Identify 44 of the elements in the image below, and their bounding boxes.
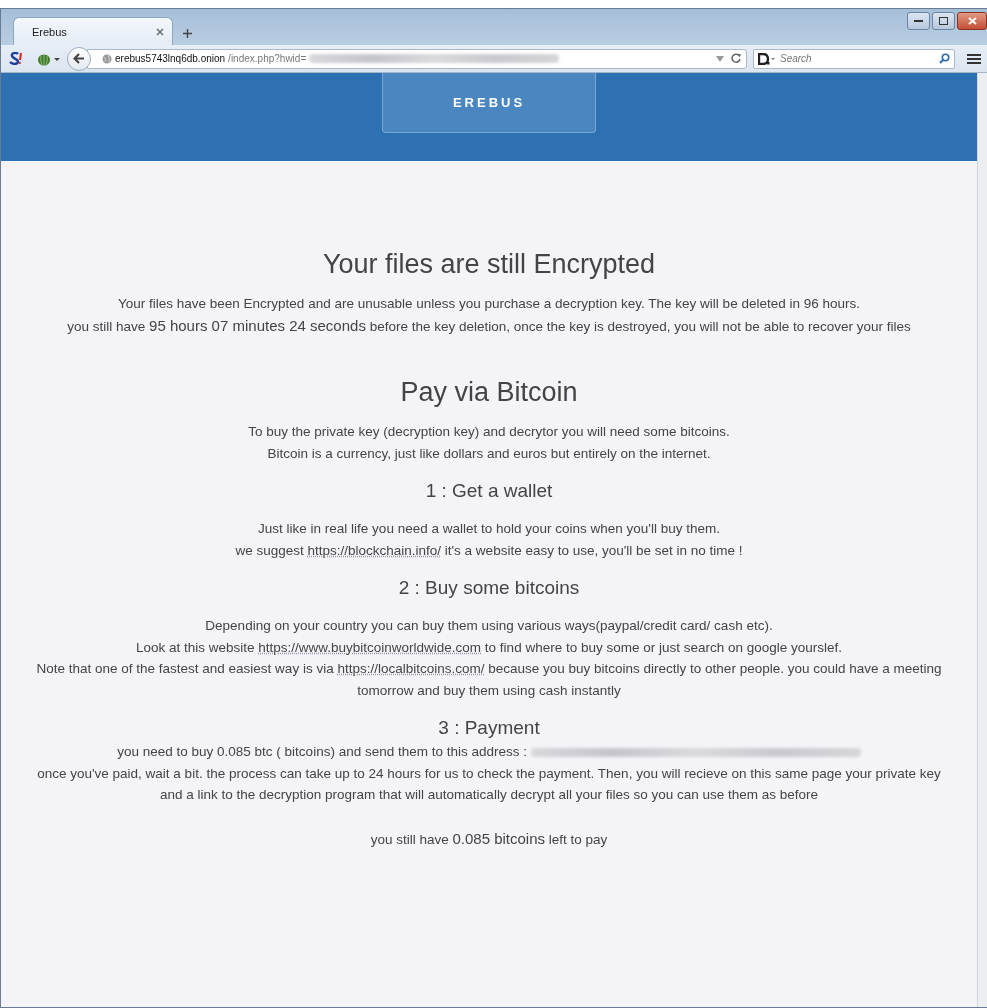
menu-icon[interactable] [967,52,981,65]
paragraph: Bitcoin is a currency, just like dollars and euros but entirely on the internet. [267,444,711,463]
close-icon[interactable] [156,27,164,36]
link[interactable]: https://localbitcoins.com/ [337,661,485,676]
close-button[interactable] [957,12,987,30]
maximize-icon [939,17,948,25]
search-icon[interactable] [939,53,950,64]
back-arrow-icon [73,53,85,64]
paragraph: Your files have been Encrypted and are unusable unless you purchase a decryption key. The key will be deleted in 96 hours. [118,295,860,313]
paragraph: Depending on your country you can buy them using various ways(paypal/credit card/ cash etc). [205,617,773,635]
page-heading: Your files are still Encrypted [322,248,656,281]
plus-icon[interactable] [183,29,192,38]
paragraph: Just like in real life you need a wallet to hold your coins when you'll buy them. [258,520,720,538]
s-logo-icon[interactable] [9,52,23,65]
onion-icon[interactable] [37,51,61,66]
close-icon [967,17,977,25]
globe-icon [102,53,112,64]
minimize-button[interactable] [907,12,930,30]
paragraph: you need to buy 0.085 btc ( bitcoins) and send them to this address : [117,741,861,763]
paragraph: Note that one of the fastest and easiest way is via https://localbitcoins.com/ because you buy bitcoins directly to other people. you could have a meeting tomorrow and buy them using cash instantly [35,660,943,700]
search-bar[interactable]: Search [753,48,955,69]
page-heading: Pay via Bitcoin [400,376,578,409]
address-bar[interactable]: erebus5743lnq6db.onion /index.php?hwid= [87,48,747,69]
scrollbar[interactable] [977,73,987,1007]
back-button[interactable] [67,46,91,71]
paragraph: once you've paid, wait a bit. the process can take up to 24 hours for us to check the payment. Then, you will recieve on this same page your private key and a link to the decryption program that will automatically decrypt all your files so you can use them as before [36,764,942,804]
paragraph: Look at this website https://www.buybitcoinworldwide.com to find where to buy some or just search on google yourslef. [135,638,843,657]
dropdown-icon[interactable] [716,55,724,62]
section-heading: 3 : Payment [438,716,540,740]
minimize-icon [914,19,923,23]
paragraph: you still have 0.085 bitcoins left to pay [370,828,608,849]
paragraph: you still have 95 hours 07 minutes 24 seconds before the key deletion, once the key is destroyed, you will not be able to recover your files [67,315,911,336]
reload-icon[interactable] [731,53,742,64]
link[interactable]: https://blockchain.info/ [307,542,442,558]
section-heading: 2 : Buy some bitcoins [398,576,580,600]
d-logo-icon [758,52,776,65]
paragraph: To buy the private key (decryption key) and decrytor you will need some bitcoins. [248,423,730,441]
browser-tab[interactable]: Erebus [13,17,173,45]
section-heading: 1 : Get a wallet [425,479,553,503]
link[interactable]: https://www.buybitcoinworldwide.com [258,639,482,655]
search-field[interactable]: Search [780,53,935,64]
brand-button[interactable]: EREBUS [382,73,596,133]
paragraph: we suggest https://blockchain.info/ it's a website easy to use, you'll be set in no time ! [235,541,743,560]
maximize-button[interactable] [932,12,955,30]
